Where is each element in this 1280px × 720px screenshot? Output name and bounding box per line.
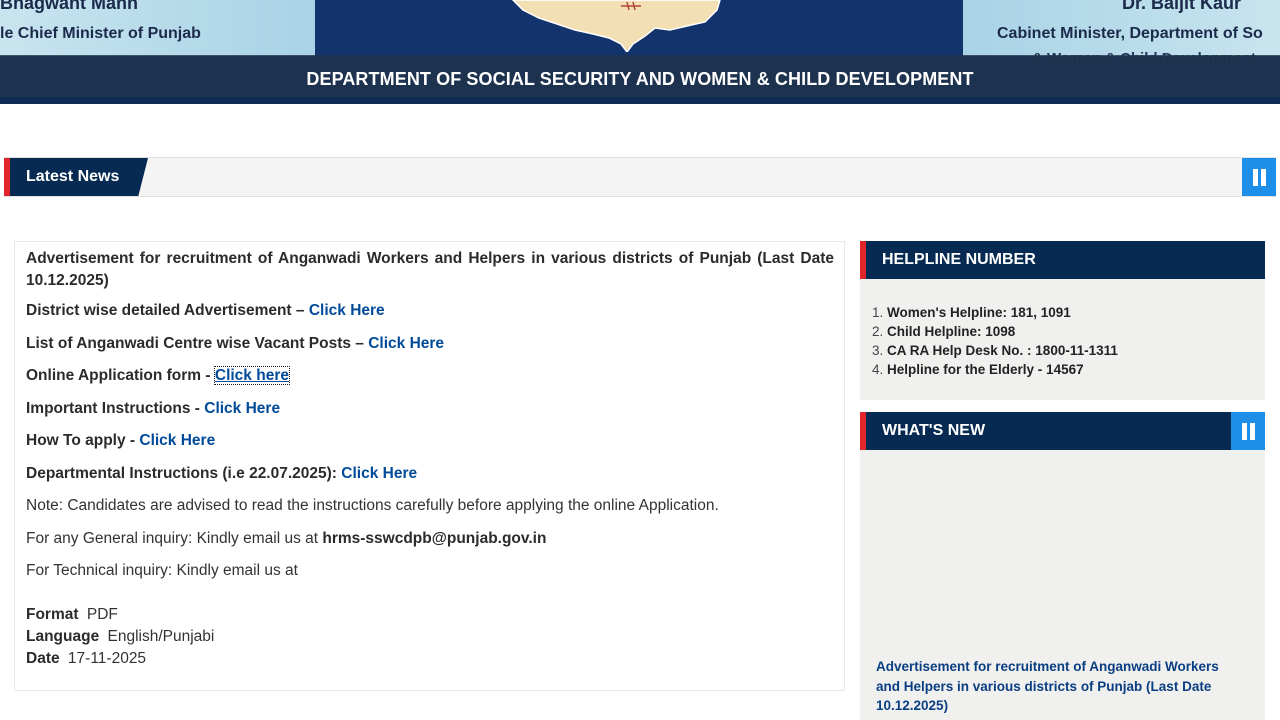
online-application-link[interactable]: Click here <box>213 366 290 385</box>
pause-icon[interactable] <box>1231 412 1265 450</box>
list-item: 3. CA RA Help Desk No. : 1800-11-1311 <box>872 341 1118 360</box>
content-item-vacant-posts: List of Anganwadi Centre wise Vacant Pos… <box>26 335 444 353</box>
departmental-instructions-link[interactable]: Click Here <box>341 465 417 482</box>
meta-format-label: Format <box>26 606 79 623</box>
banner-right-title: Cabinet Minister, Department of So <box>997 25 1263 42</box>
meta-format: Format PDF <box>26 606 118 624</box>
list-item-text: Helpline for the Elderly - 14567 <box>887 362 1084 377</box>
general-inquiry: For any General inquiry: Kindly email us… <box>26 530 546 548</box>
list-item: 2. Child Helpline: 1098 <box>872 322 1118 341</box>
meta-language-label: Language <box>26 628 100 645</box>
meta-language: Language English/Punjabi <box>26 628 214 646</box>
content-item-label: Online Application form - <box>26 367 215 384</box>
list-item-text: Women's Helpline: 181, 1091 <box>887 305 1071 320</box>
latest-news-ticker <box>4 157 1276 197</box>
meta-date-value: 17-11-2025 <box>67 650 147 667</box>
content-item-important-instructions: Important Instructions - Click Here <box>26 400 280 418</box>
content-item-label: Departmental Instructions (i.e 22.07.202… <box>26 465 342 482</box>
list-item: 4. Helpline for the Elderly - 14567 <box>872 360 1118 379</box>
page: Bhagwant Mann le Chief Minister of Punja… <box>0 0 1280 720</box>
content-item-departmental-instructions: Departmental Instructions (i.e 22.07.202… <box>26 465 417 483</box>
list-item-number: 4. <box>872 362 884 377</box>
district-advertisement-link[interactable]: Click Here <box>309 302 385 319</box>
meta-language-value: English/Punjabi <box>107 628 215 645</box>
header-banner: Bhagwant Mann le Chief Minister of Punja… <box>0 0 1280 104</box>
meta-date-label: Date <box>26 650 60 667</box>
candidate-note: Note: Candidates are advised to read the… <box>26 497 719 514</box>
list-item-text: Child Helpline: 1098 <box>887 324 1016 339</box>
list-item: 1. Women's Helpline: 181, 1091 <box>872 303 1118 322</box>
technical-inquiry: For Technical inquiry: Kindly email us a… <box>26 562 298 579</box>
banner-left-name: Bhagwant Mann <box>0 0 138 13</box>
list-item-number: 1. <box>872 305 884 320</box>
banner-right-name: Dr. Baljit Kaur <box>1122 0 1242 13</box>
content-item-label: How To apply - <box>26 432 140 449</box>
whats-new-item-link[interactable]: Advertisement for recruitment of Anganwa… <box>876 657 1246 716</box>
content-item-label: Important Instructions - <box>26 400 205 417</box>
department-title: DEPARTMENT OF SOCIAL SECURITY AND WOMEN … <box>306 69 974 89</box>
content-item-how-to-apply: How To apply - Click Here <box>26 432 215 450</box>
important-instructions-link[interactable]: Click Here <box>204 400 280 417</box>
list-item-text: CA RA Help Desk No. : 1800-11-1311 <box>887 343 1118 358</box>
content-item-label: District wise detailed Advertisement – <box>26 302 309 319</box>
meta-date: Date 17-11-2025 <box>26 650 146 668</box>
header-accent <box>860 241 866 279</box>
banner-left-title: le Chief Minister of Punjab <box>0 25 201 42</box>
department-strip: DEPARTMENT OF SOCIAL SECURITY AND WOMEN … <box>0 55 1280 104</box>
whats-new-title: WHAT'S NEW <box>882 422 986 439</box>
latest-news-label: Latest News <box>10 158 148 196</box>
advertisement-title: Advertisement for recruitment of Anganwa… <box>26 250 834 289</box>
helpline-header: HELPLINE NUMBER <box>860 241 1265 279</box>
content-item-online-application: Online Application form - Click here <box>26 366 290 385</box>
meta-format-value: PDF <box>86 606 118 623</box>
header-accent <box>860 412 866 450</box>
list-item-number: 3. <box>872 343 884 358</box>
pause-icon[interactable] <box>1242 158 1276 196</box>
whats-new-header: WHAT'S NEW <box>860 412 1265 450</box>
helpline-title: HELPLINE NUMBER <box>882 251 1036 268</box>
ticker-accent <box>4 158 10 196</box>
general-inquiry-text: For any General inquiry: Kindly email us… <box>26 530 323 547</box>
vacant-posts-link[interactable]: Click Here <box>368 335 444 352</box>
helpline-list: 1. Women's Helpline: 181, 1091 2. Child … <box>872 303 1118 379</box>
content-item-label: List of Anganwadi Centre wise Vacant Pos… <box>26 335 369 352</box>
general-inquiry-email[interactable]: hrms-sswcdpb@punjab.gov.in <box>322 530 546 547</box>
how-to-apply-link[interactable]: Click Here <box>139 432 215 449</box>
list-item-number: 2. <box>872 324 884 339</box>
content-item-district-advertisement: District wise detailed Advertisement – C… <box>26 302 385 320</box>
punjab-map-icon <box>511 0 721 52</box>
